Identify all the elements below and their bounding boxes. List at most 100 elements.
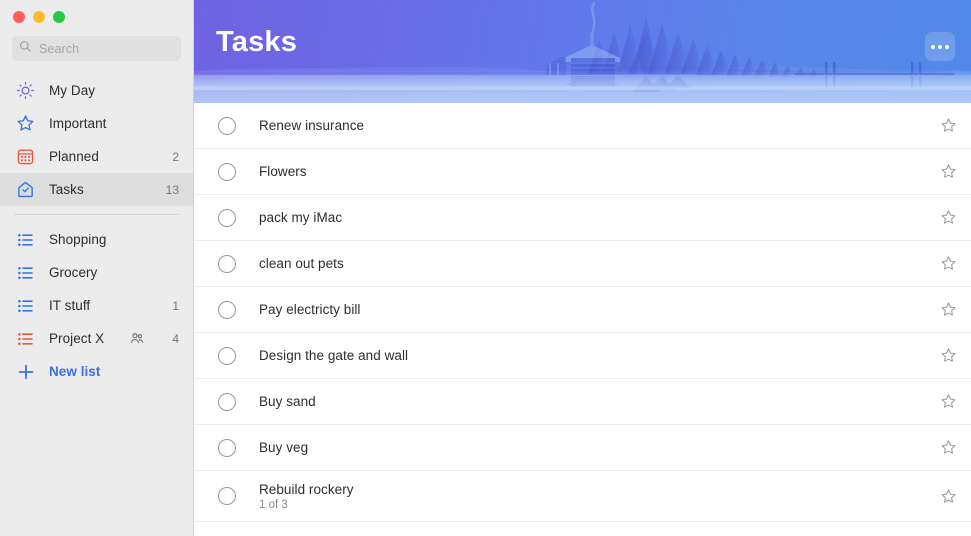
task-complete-checkbox[interactable]	[218, 487, 236, 505]
favorite-star-icon[interactable]	[940, 163, 957, 180]
sidebar-item-label: Tasks	[49, 182, 84, 197]
list-icon-red	[16, 329, 35, 348]
task-title: Buy veg	[259, 440, 309, 455]
table-row[interactable]: Rebuild rockery 1 of 3	[194, 471, 971, 522]
new-list-button[interactable]: New list	[0, 355, 193, 388]
sidebar-divider	[14, 214, 179, 215]
sidebar-item-count: 2	[172, 149, 179, 164]
task-complete-checkbox[interactable]	[218, 300, 236, 319]
search-icon	[19, 40, 32, 58]
custom-lists-nav: Shopping Grocery IT stuff 1 Project X 4 …	[0, 223, 193, 388]
more-dot	[945, 44, 949, 49]
task-complete-checkbox[interactable]	[218, 392, 236, 411]
favorite-star-icon[interactable]	[940, 255, 957, 272]
smart-lists-nav: My Day Important Planned 2 Tasks 13	[0, 74, 193, 206]
task-title: clean out pets	[259, 256, 344, 271]
task-title: Design the gate and wall	[259, 348, 409, 363]
task-title: pack my iMac	[259, 210, 343, 225]
list-header-banner: Tasks	[194, 0, 971, 103]
task-complete-checkbox[interactable]	[218, 162, 236, 181]
zoom-button[interactable]	[53, 11, 65, 23]
list-icon	[16, 230, 35, 249]
sidebar-item-grocery[interactable]: Grocery	[0, 256, 193, 289]
sun-icon	[16, 81, 35, 100]
table-row[interactable]: Flowers	[194, 149, 971, 195]
sidebar-item-tasks[interactable]: Tasks 13	[0, 173, 193, 206]
minimize-button[interactable]	[33, 11, 45, 23]
table-row[interactable]: Buy sand	[194, 379, 971, 425]
task-complete-checkbox[interactable]	[218, 346, 236, 365]
more-options-button[interactable]	[925, 32, 955, 61]
task-subtitle: 1 of 3	[259, 498, 288, 511]
window-traffic-lights	[0, 0, 193, 32]
lake-cabin-illustration	[194, 1, 971, 103]
table-row[interactable]: Design the gate and wall	[194, 333, 971, 379]
sidebar-item-planned[interactable]: Planned 2	[0, 140, 193, 173]
table-row[interactable]: Pay electricty bill	[194, 287, 971, 333]
more-dot	[938, 44, 942, 49]
task-complete-checkbox[interactable]	[218, 254, 236, 273]
more-dot	[931, 44, 935, 49]
task-text: Buy sand	[259, 394, 940, 409]
house-check-icon	[16, 180, 35, 199]
task-complete-checkbox[interactable]	[218, 208, 236, 227]
sidebar-item-label: Planned	[49, 149, 99, 164]
app-window: Search My Day Important Planned 2 Tasks …	[0, 0, 971, 536]
task-text: Rebuild rockery 1 of 3	[259, 482, 940, 511]
table-row[interactable]: Buy veg	[194, 425, 971, 471]
task-text: Renew insurance	[259, 118, 940, 133]
star-icon	[16, 114, 35, 133]
shared-people-icon	[130, 331, 152, 346]
sidebar-item-shopping[interactable]: Shopping	[0, 223, 193, 256]
task-text: Buy veg	[259, 440, 940, 455]
list-icon	[16, 263, 35, 282]
search-input[interactable]: Search	[12, 36, 181, 61]
favorite-star-icon[interactable]	[940, 301, 957, 318]
sidebar: Search My Day Important Planned 2 Tasks …	[0, 0, 194, 536]
close-button[interactable]	[13, 11, 25, 23]
favorite-star-icon[interactable]	[940, 117, 957, 134]
task-title: Pay electricty bill	[259, 302, 361, 317]
sidebar-item-my-day[interactable]: My Day	[0, 74, 193, 107]
page-title: Tasks	[216, 26, 298, 58]
plus-icon	[16, 362, 35, 381]
task-list: Renew insurance Flowers pack my iMac cle…	[194, 103, 971, 522]
search-container: Search	[0, 32, 193, 61]
sidebar-item-label: IT stuff	[49, 298, 91, 313]
task-title: Buy sand	[259, 394, 316, 409]
sidebar-item-it-stuff[interactable]: IT stuff 1	[0, 289, 193, 322]
main-content: Tasks Renew insurance Flowers pack my iM…	[194, 0, 971, 536]
favorite-star-icon[interactable]	[940, 209, 957, 226]
table-row[interactable]: clean out pets	[194, 241, 971, 287]
task-text: Design the gate and wall	[259, 348, 940, 363]
task-complete-checkbox[interactable]	[218, 116, 236, 135]
sidebar-item-count: 4	[172, 331, 179, 346]
favorite-star-icon[interactable]	[940, 488, 957, 505]
sidebar-item-label: My Day	[49, 83, 96, 98]
sidebar-item-label: Shopping	[49, 232, 107, 247]
task-complete-checkbox[interactable]	[218, 438, 236, 457]
favorite-star-icon[interactable]	[940, 393, 957, 410]
task-text: clean out pets	[259, 256, 940, 271]
search-placeholder: Search	[39, 41, 80, 56]
new-list-label: New list	[49, 364, 101, 379]
sidebar-item-important[interactable]: Important	[0, 107, 193, 140]
task-title: Rebuild rockery	[259, 481, 354, 497]
list-icon	[16, 296, 35, 315]
favorite-star-icon[interactable]	[940, 347, 957, 364]
task-text: Pay electricty bill	[259, 302, 940, 317]
sidebar-item-label: Project X	[49, 331, 105, 346]
table-row[interactable]: pack my iMac	[194, 195, 971, 241]
sidebar-item-label: Grocery	[49, 265, 98, 280]
sidebar-item-label: Important	[49, 116, 107, 131]
table-row[interactable]: Renew insurance	[194, 103, 971, 149]
favorite-star-icon[interactable]	[940, 439, 957, 456]
task-text: Flowers	[259, 164, 940, 179]
calendar-icon	[16, 147, 35, 166]
task-text: pack my iMac	[259, 210, 940, 225]
sidebar-item-count: 1	[172, 298, 179, 313]
task-title: Renew insurance	[259, 118, 365, 133]
task-title: Flowers	[259, 164, 307, 179]
sidebar-item-project-x[interactable]: Project X 4	[0, 322, 193, 355]
sidebar-item-count: 13	[165, 182, 179, 197]
